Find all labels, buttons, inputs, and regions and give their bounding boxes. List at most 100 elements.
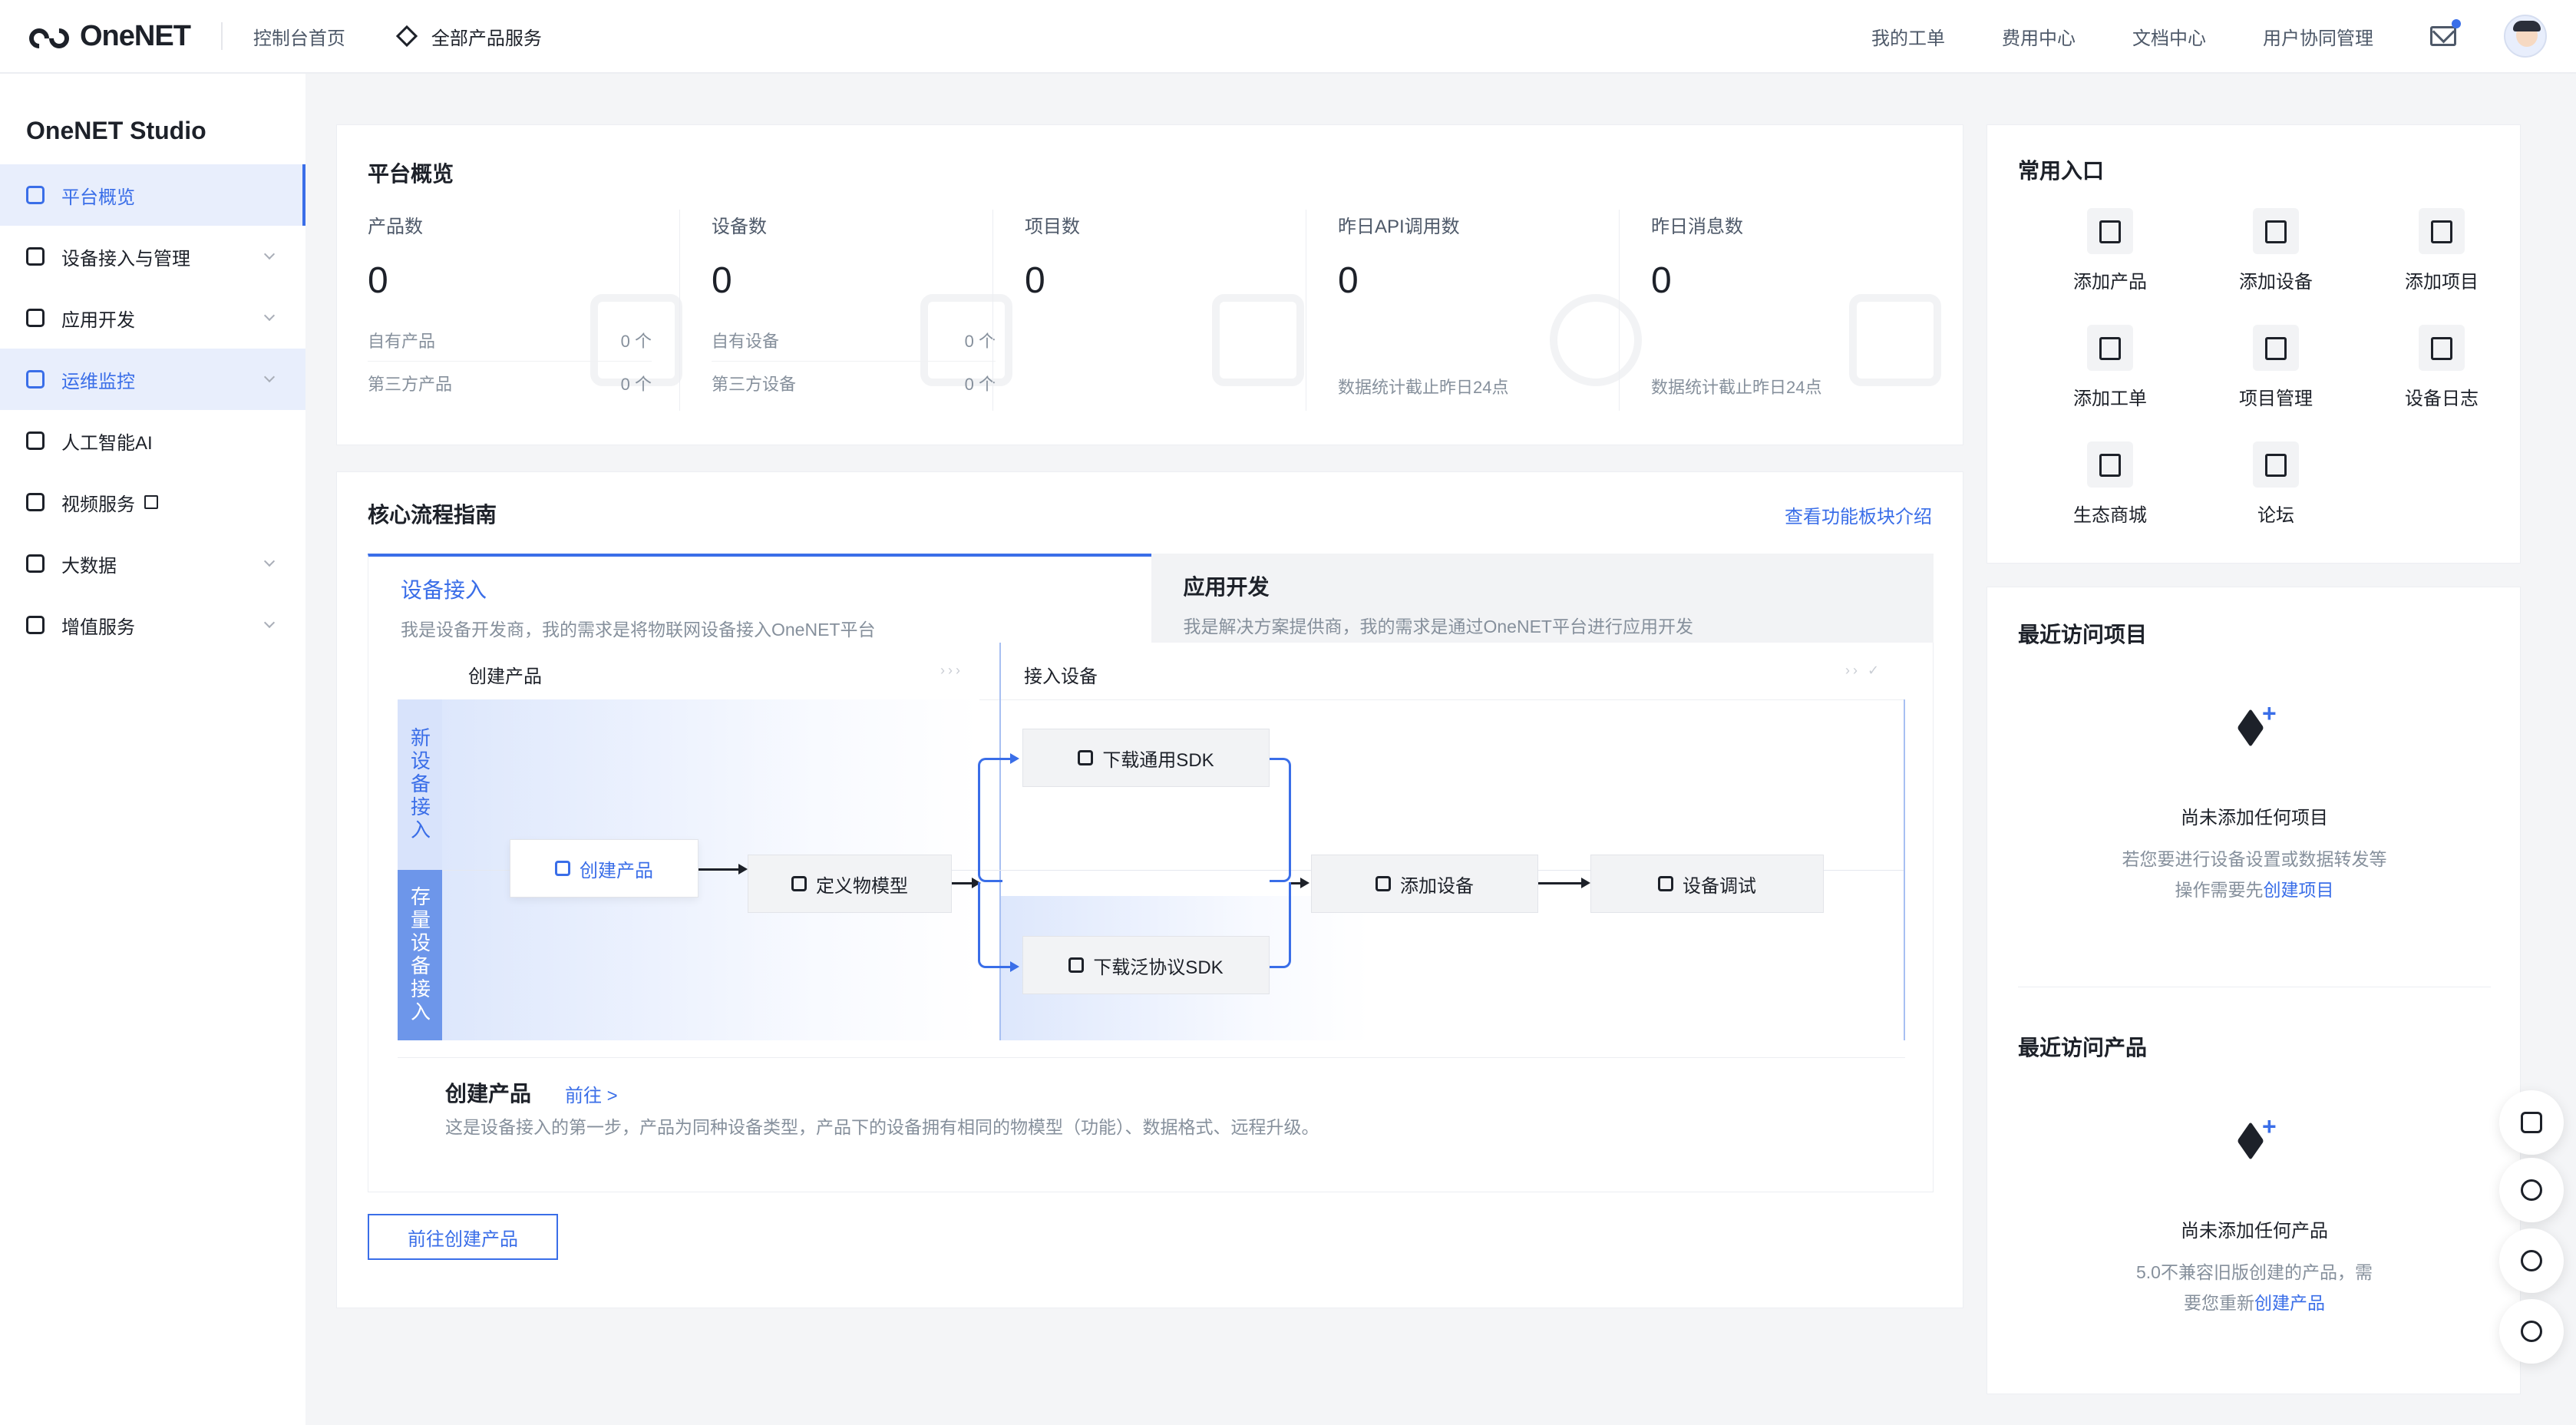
- nav-docs[interactable]: 文档中心: [2132, 23, 2206, 50]
- stat-sub-row: 自有产品 0 个: [368, 319, 652, 362]
- add-product-icon: [2087, 208, 2133, 254]
- empty-desc-line: 要您重新创建产品: [1987, 1288, 2522, 1318]
- quick-add-product[interactable]: 添加产品: [2049, 208, 2171, 293]
- layers-icon: [1068, 957, 1085, 973]
- node-download-generic-sdk[interactable]: 下载泛协议SDK: [1022, 936, 1270, 994]
- overview-icon: [26, 186, 45, 204]
- nav-user-collab[interactable]: 用户协同管理: [2263, 23, 2373, 50]
- chevron-down-icon: [263, 555, 276, 567]
- merge-connector: [1270, 882, 1291, 968]
- quick-label: 生态商城: [2073, 505, 2147, 526]
- stack-add-icon: +: [2231, 699, 2277, 752]
- stat-label: 昨日消息数: [1651, 217, 1743, 237]
- chat-icon: [2521, 1179, 2542, 1201]
- quick-device-log[interactable]: 设备日志: [2380, 325, 2503, 410]
- quick-add-project[interactable]: 添加项目: [2380, 208, 2503, 293]
- stat-messages: 昨日消息数 0 数据统计截止昨日24点: [1651, 211, 1821, 412]
- sidebar-item-monitoring[interactable]: 运维监控: [0, 349, 305, 410]
- quick-label: 论坛: [2257, 505, 2294, 526]
- create-project-link[interactable]: 创建项目: [2264, 880, 2334, 900]
- view-modules-link[interactable]: 查看功能板块介绍: [1785, 501, 1932, 528]
- header-right: 我的工单 费用中心 文档中心 用户协同管理: [1871, 0, 2576, 72]
- stat-sub-row: 第三方产品 0 个: [368, 362, 652, 405]
- sidebar-item-label: 人工智能AI: [61, 432, 153, 454]
- stat-sub-label: 第三方设备: [712, 375, 797, 394]
- stat-note: 数据统计截止昨日24点: [1338, 378, 1509, 397]
- forum-icon: [2253, 441, 2299, 488]
- sidebar-item-video[interactable]: 视频服务: [0, 471, 305, 533]
- node-label: 下载泛协议SDK: [1093, 957, 1224, 978]
- stat-divider: [679, 210, 680, 411]
- card-title: 核心流程指南: [368, 503, 497, 527]
- lane-new-device: 新设备接入: [398, 699, 442, 870]
- tab-device-access[interactable]: 设备接入 我是设备开发商，我的需求是将物联网设备接入OneNET平台: [368, 554, 1151, 643]
- hexagon-icon: [791, 876, 807, 891]
- sidebar-item-overview[interactable]: 平台概览: [0, 164, 305, 226]
- bigdata-icon: [26, 554, 45, 573]
- go-create-product-button[interactable]: 前往创建产品: [368, 1214, 558, 1260]
- sidebar-item-bigdata[interactable]: 大数据: [0, 533, 305, 594]
- empty-desc-line: 操作需要先创建项目: [1987, 875, 2522, 905]
- help-button[interactable]: [2499, 1228, 2564, 1293]
- quick-eco-store[interactable]: 生态商城: [2049, 441, 2171, 527]
- tab-app-dev[interactable]: 应用开发 我是解决方案提供商，我的需求是通过OneNET平台进行应用开发: [1151, 554, 1934, 643]
- cube-icon: [26, 309, 45, 327]
- flow-arrow: [1291, 878, 1309, 888]
- rocket-icon: [26, 616, 45, 634]
- detail-go-link[interactable]: 前往 >: [565, 1080, 618, 1107]
- header-divider: [220, 22, 223, 50]
- sidebar-item-value-added[interactable]: 增值服务: [0, 594, 305, 656]
- quick-add-ticket[interactable]: 添加工单: [2049, 325, 2171, 410]
- back-to-top-button[interactable]: [2499, 1299, 2564, 1364]
- node-debug-device[interactable]: 设备调试: [1590, 855, 1824, 913]
- core-guide-card: 核心流程指南 查看功能板块介绍 设备接入 我是设备开发商，我的需求是将物联网设备…: [336, 471, 1963, 1308]
- stat-sub-label: 自有设备: [712, 331, 780, 351]
- sidebar-item-label: 设备接入与管理: [61, 248, 190, 269]
- node-define-model[interactable]: 定义物模型: [748, 855, 952, 913]
- quick-project-manage[interactable]: 项目管理: [2214, 325, 2337, 410]
- server-icon: [1376, 876, 1391, 891]
- node-download-sdk[interactable]: 下载通用SDK: [1022, 729, 1270, 787]
- sidebar-item-label: 增值服务: [61, 617, 135, 638]
- ticket-icon: [2087, 325, 2133, 371]
- node-create-product[interactable]: 创建产品: [510, 839, 698, 898]
- all-products-menu[interactable]: 全部产品服务: [395, 23, 542, 50]
- avatar[interactable]: [2504, 15, 2547, 58]
- sidebar-item-ai[interactable]: 人工智能AI: [0, 410, 305, 471]
- stat-label: 产品数: [368, 217, 423, 237]
- step-dots: ›››: [940, 663, 963, 678]
- stat-projects: 项目数 0: [1025, 211, 1080, 412]
- quick-forum[interactable]: 论坛: [2214, 441, 2337, 527]
- node-add-device[interactable]: 添加设备: [1311, 855, 1538, 913]
- stat-value: 0: [1025, 260, 1045, 301]
- layers-icon: [1078, 750, 1094, 765]
- create-product-link[interactable]: 创建产品: [2254, 1293, 2325, 1313]
- card-title: 平台概览: [368, 162, 454, 186]
- onenet-logo[interactable]: OneNET: [25, 20, 191, 53]
- nav-my-tickets[interactable]: 我的工单: [1871, 23, 1945, 50]
- recent-projects-title: 最近访问项目: [2018, 623, 2148, 646]
- column-header: 创建产品: [468, 666, 542, 687]
- stat-label: 昨日API调用数: [1338, 217, 1460, 237]
- empty-desc-text: 操作需要先: [2175, 880, 2264, 900]
- empty-desc-line: 5.0不兼容旧版创建的产品，需: [2136, 1262, 2373, 1282]
- quick-label: 添加项目: [2405, 272, 2479, 293]
- chat-button[interactable]: [2499, 1158, 2564, 1222]
- quick-label: 添加产品: [2073, 272, 2147, 293]
- nav-billing[interactable]: 费用中心: [2002, 23, 2076, 50]
- mail-icon[interactable]: [2430, 19, 2461, 46]
- device-log-icon: [2419, 325, 2465, 371]
- sidebar-item-app-dev[interactable]: 应用开发: [0, 287, 305, 349]
- all-products-label: 全部产品服务: [431, 28, 542, 49]
- feedback-edit-button[interactable]: [2499, 1090, 2564, 1155]
- tab-desc: 我是设备开发商，我的需求是将物联网设备接入OneNET平台: [401, 620, 876, 640]
- node-label: 添加设备: [1400, 875, 1474, 897]
- sidebar-item-device-access[interactable]: 设备接入与管理: [0, 226, 305, 287]
- decor-icon: [1849, 294, 1941, 386]
- console-home-link[interactable]: 控制台首页: [253, 23, 345, 50]
- cube-icon: [555, 861, 570, 876]
- quick-add-device[interactable]: 添加设备: [2214, 208, 2337, 293]
- node-label: 创建产品: [580, 860, 653, 881]
- step-check-icon: ›› ✓: [1845, 663, 1883, 678]
- divider: [398, 1057, 1905, 1058]
